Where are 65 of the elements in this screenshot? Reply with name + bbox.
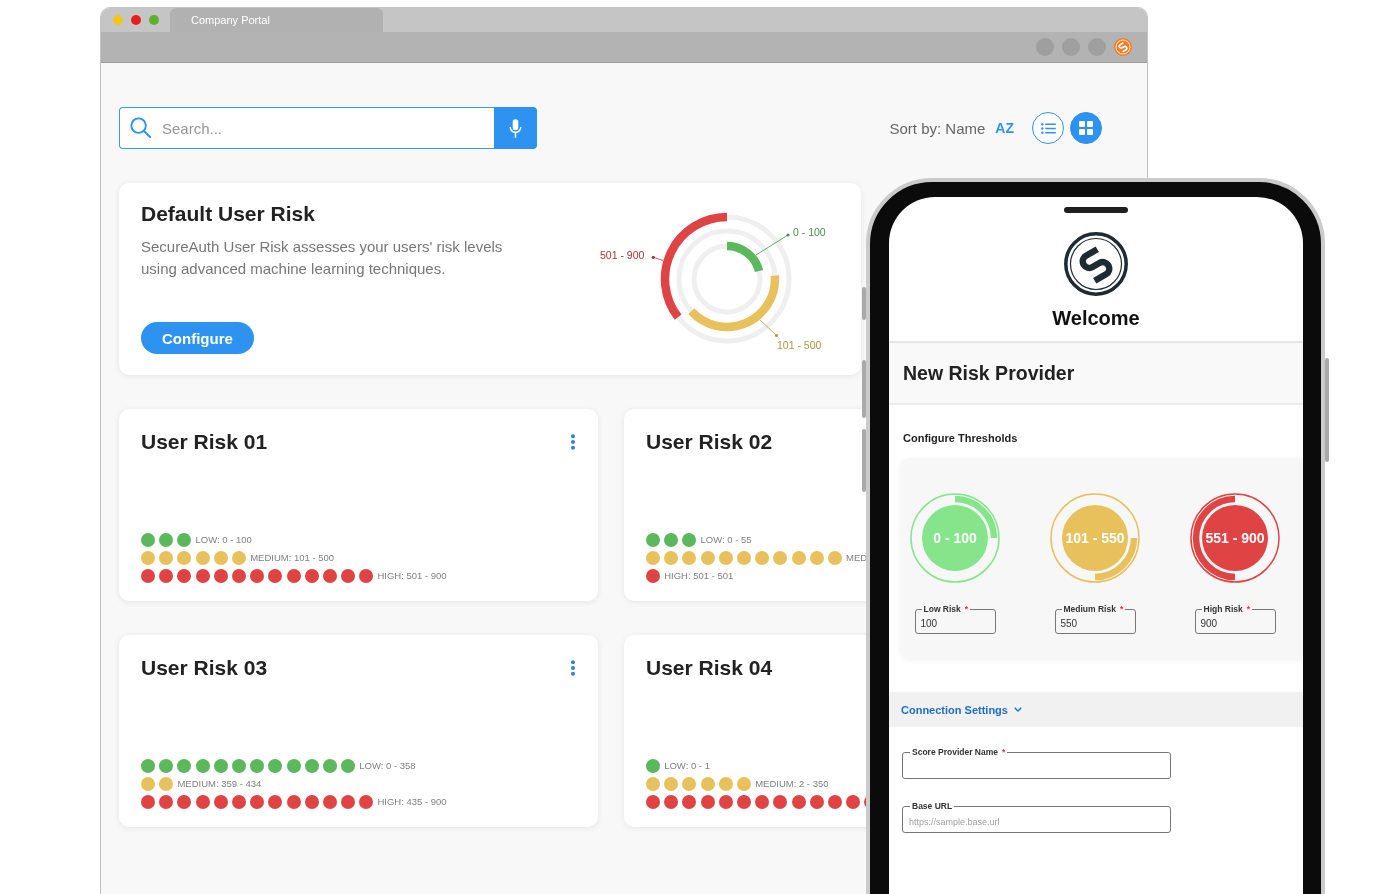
text-field[interactable]: Base URL https://sample.base.url [902, 801, 1171, 833]
logo-icon[interactable] [1114, 38, 1132, 56]
connection-settings-header[interactable]: Connection Settings [889, 692, 1303, 727]
range-value: 0 - 100 [933, 530, 977, 546]
card-title: User Risk 03 [141, 655, 268, 681]
grid-view-button[interactable] [1070, 112, 1102, 144]
range-label: HIGH: 435 - 900 [377, 796, 447, 808]
range-label: 501 - 900 [600, 249, 645, 261]
page-title: New Risk Provider [903, 361, 1075, 385]
more-options-icon[interactable] [570, 660, 576, 676]
side-button[interactable] [862, 360, 866, 418]
field-label: Base URL [911, 801, 954, 811]
leader-line [651, 255, 664, 261]
range-label: HIGH: 501 - 501 [664, 570, 734, 582]
range-label: MEDIUM: 101 - 500 [250, 552, 335, 564]
field-label: Medium Risk * [1062, 604, 1125, 614]
range-value: 551 - 900 [1205, 530, 1265, 546]
search-icon [130, 117, 151, 138]
range-label: LOW: 0 - 100 [195, 534, 252, 546]
search-field[interactable]: Search... [119, 107, 494, 149]
field-input[interactable]: 900 [1200, 614, 1270, 633]
side-button[interactable] [1325, 358, 1329, 462]
range-label: 0 - 100 [793, 226, 826, 238]
grid-icon [1079, 121, 1093, 135]
field-label: Low Risk * [922, 604, 970, 614]
threshold-field[interactable]: Low Risk * 100 [914, 604, 996, 634]
field-label: Score Provider Name * [911, 747, 1007, 757]
window-control-icon[interactable] [131, 15, 141, 25]
range-label: 101 - 500 [777, 338, 822, 351]
microphone-icon [509, 118, 522, 138]
card-title: User Risk 04 [646, 655, 773, 681]
card-description: SecureAuth User Risk assesses your users' risk levels using advanced machine learning techniques. [141, 237, 504, 279]
range-label: LOW: 0 - 55 [700, 534, 752, 546]
threshold-field[interactable]: Medium Risk * 550 [1054, 604, 1136, 634]
leader-line [759, 319, 779, 338]
leader-line [755, 233, 790, 256]
section-label: Configure Thresholds [903, 431, 1018, 445]
more-options-icon[interactable] [570, 434, 576, 450]
range-label: MEDIUM: 2 - 350 [755, 778, 829, 790]
logo-icon [1064, 232, 1128, 296]
speaker-slot [1064, 207, 1128, 213]
card-title: User Risk 01 [141, 429, 268, 455]
range-label: HIGH: 501 - 900 [377, 570, 447, 582]
welcome-heading: Welcome [1052, 306, 1140, 330]
list-view-button[interactable] [1032, 112, 1064, 144]
card-title: Default User Risk [141, 201, 315, 227]
voice-search-button[interactable] [494, 107, 537, 149]
side-button[interactable] [862, 287, 866, 320]
field-label: High Risk * [1202, 604, 1251, 614]
field-input[interactable]: 100 [920, 614, 990, 633]
threshold-field[interactable]: High Risk * 900 [1194, 604, 1276, 634]
field-input[interactable]: 550 [1060, 614, 1130, 633]
range-label: LOW: 0 - 1 [664, 760, 710, 772]
sort-selector[interactable]: Sort by: Name [889, 119, 986, 137]
range-value: 101 - 550 [1065, 530, 1125, 546]
text-field[interactable]: Score Provider Name * [902, 747, 1171, 779]
field-input[interactable]: https://sample.base.url [909, 811, 1164, 832]
list-icon [1040, 122, 1056, 134]
side-button[interactable] [862, 429, 866, 492]
range-label: MEDIUM: 359 - 434 [177, 778, 262, 790]
card-title: User Risk 02 [646, 429, 773, 455]
range-label: MED [846, 552, 868, 564]
window-control-icon[interactable] [149, 15, 159, 25]
chevron-icon [1013, 707, 1022, 712]
range-label: LOW: 0 - 358 [359, 760, 416, 772]
